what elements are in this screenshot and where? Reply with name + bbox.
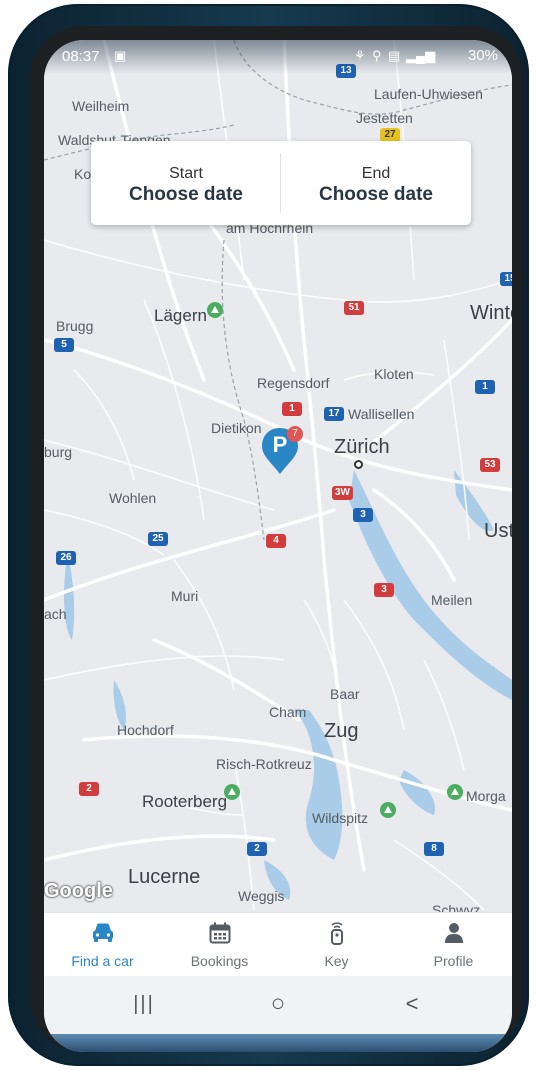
road-sign: 53 <box>480 458 500 472</box>
map-label: burg <box>44 444 73 460</box>
date-range-card: Start Choose date End Choose date <box>91 141 471 225</box>
map-label: Lägern <box>154 306 207 325</box>
end-date-button[interactable]: End Choose date <box>281 141 471 225</box>
car-icon <box>44 921 161 945</box>
mountain-poi-icon[interactable] <box>447 784 463 800</box>
recent-apps-button[interactable]: ||| <box>114 986 174 1022</box>
system-nav-bar: ||| ○ < <box>44 976 512 1034</box>
map-label: ach <box>44 606 67 622</box>
nav-label: Profile <box>433 953 474 969</box>
map-label: Risch-Rotkreuz <box>216 756 312 772</box>
road-sign: 2 <box>79 782 99 796</box>
status-bar: 08:37 ▣ ⚘ ⚲ ▤ ▂▄▆ 30% <box>44 40 512 74</box>
road-sign: 3 <box>374 583 394 597</box>
map-label: Dietikon <box>211 420 262 436</box>
map-label: Kloten <box>374 366 414 382</box>
back-button[interactable]: < <box>382 986 442 1022</box>
nav-key[interactable]: Key <box>278 913 395 977</box>
city-center-dot <box>354 460 363 469</box>
nav-profile[interactable]: Profile <box>395 913 512 977</box>
road-sign: 25 <box>148 532 168 546</box>
map-label: Wohlen <box>109 490 157 506</box>
map-label: Regensdorf <box>257 375 330 391</box>
map-label: Zürich <box>334 436 390 458</box>
network-icon: ▤ <box>388 48 401 63</box>
mountain-poi-icon[interactable] <box>207 302 223 318</box>
nav-bookings[interactable]: Bookings <box>161 913 278 977</box>
road-sign: 3 <box>353 508 373 522</box>
map-label: Muri <box>171 588 199 604</box>
bottom-nav: Find a car Bookings Key Profile <box>44 912 512 977</box>
road-sign: 15 <box>500 272 512 286</box>
road-sign: 5 <box>54 338 74 352</box>
road-sign: 3W <box>332 486 353 500</box>
home-button[interactable]: ○ <box>248 986 308 1022</box>
start-label: Start <box>169 165 203 182</box>
mountain-poi-icon[interactable] <box>380 802 396 818</box>
person-icon <box>395 921 512 945</box>
map-label: Zug <box>324 720 359 742</box>
calendar-icon <box>161 921 278 945</box>
parking-marker[interactable]: P 7 <box>261 426 307 482</box>
nav-label: Bookings <box>190 953 249 969</box>
road-sign: 26 <box>56 551 76 565</box>
map-label: Weggis <box>238 888 285 904</box>
end-value: Choose date <box>318 184 434 205</box>
map-label: Cham <box>269 704 307 720</box>
phone-frame: 13 27 15 51 5 1 17 53 3W 3 25 4 26 3 2 2… <box>8 4 529 1066</box>
map-label: Rooterberg <box>142 792 228 811</box>
road-sign: 8 <box>424 842 444 856</box>
map-label: Morga <box>466 788 506 804</box>
key-fob-icon <box>278 921 395 945</box>
map-label: Winte <box>470 302 512 324</box>
start-value: Choose date <box>128 184 244 205</box>
map-label: Meilen <box>431 592 473 608</box>
road-sign: 4 <box>266 534 286 548</box>
road-sign: 27 <box>380 128 400 142</box>
battery-percentage: 30% <box>467 47 498 64</box>
nav-find-a-car[interactable]: Find a car <box>44 913 161 977</box>
road-sign: 1 <box>475 380 495 394</box>
app-screen: 13 27 15 51 5 1 17 53 3W 3 25 4 26 3 2 2… <box>44 40 512 1052</box>
road-sign: 2 <box>247 842 267 856</box>
location-icon: ⚲ <box>372 48 382 63</box>
map-label: Brugg <box>56 318 94 334</box>
map-label: Hochdorf <box>117 722 174 738</box>
parking-count-badge: 7 <box>287 426 303 442</box>
map-label: Laufen-Uhwiesen <box>374 86 483 102</box>
road-sign: 51 <box>344 301 364 315</box>
nav-label: Key <box>324 953 349 969</box>
google-logo: Google <box>44 880 113 902</box>
map-label: Ust <box>484 520 512 542</box>
road-sign: 1 <box>282 402 302 416</box>
map-label: Jestetten <box>356 110 413 126</box>
notification-icon: ⚘ <box>354 48 366 63</box>
map-label: Weilheim <box>72 98 130 114</box>
road-sign: 17 <box>324 407 344 421</box>
nav-label: Find a car <box>71 953 134 969</box>
screen-bottom-edge <box>44 1034 512 1052</box>
image-notification-icon: ▣ <box>114 48 127 63</box>
start-date-button[interactable]: Start Choose date <box>91 141 281 225</box>
map-label: Wildspitz <box>312 810 369 826</box>
status-time: 08:37 <box>62 48 100 65</box>
map-label: Ko <box>74 166 92 182</box>
map-label: Lucerne <box>128 866 201 888</box>
map-label: Baar <box>330 686 360 702</box>
signal-icon: ▂▄▆ <box>406 48 436 63</box>
map-label: Wallisellen <box>348 406 415 422</box>
end-label: End <box>361 165 391 182</box>
